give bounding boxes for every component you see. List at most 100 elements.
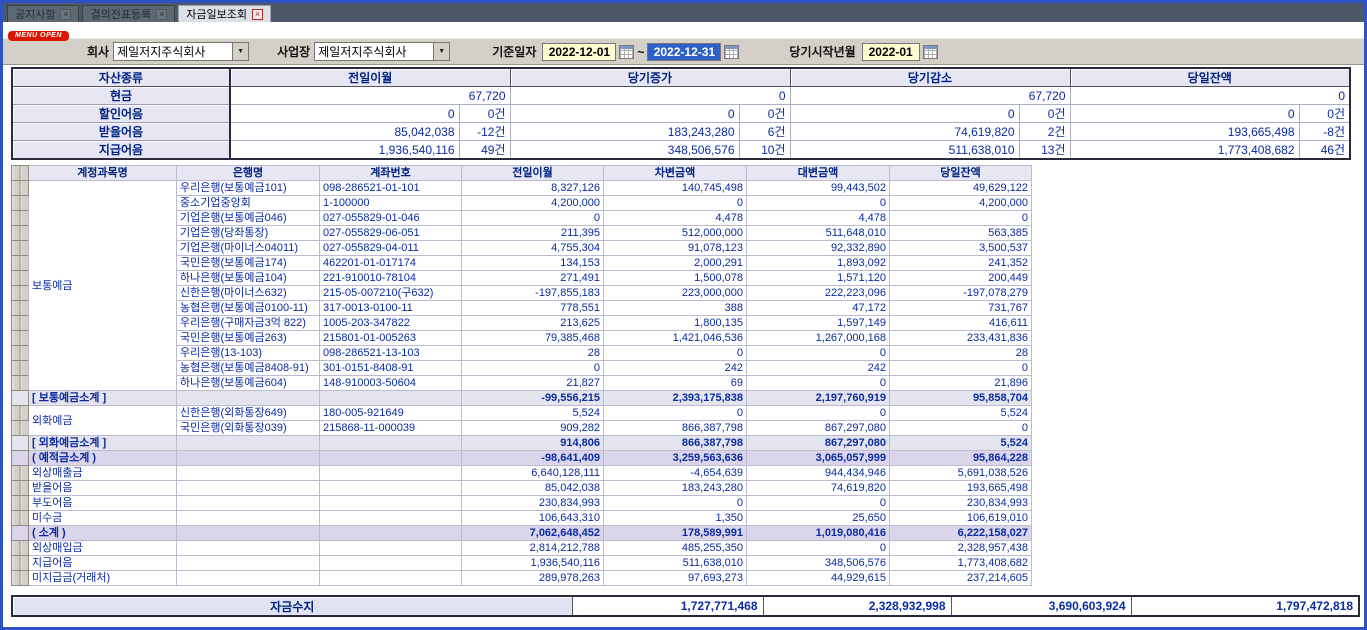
bank-name: 국민은행(보통예금263) [177, 331, 320, 346]
row-selector[interactable] [12, 226, 29, 241]
tab-1[interactable]: 공지사항 × [7, 5, 79, 22]
amount-cell: 3,065,057,999 [747, 451, 890, 466]
amount-cell: -99,556,215 [462, 391, 604, 406]
base-date-label: 기준일자 [492, 43, 536, 60]
row-selector[interactable] [12, 541, 29, 556]
row-selector[interactable] [12, 361, 29, 376]
amount-cell: 1,800,135 [604, 316, 747, 331]
menu-open-button[interactable]: MENU OPEN [8, 31, 69, 41]
row-selector[interactable] [12, 316, 29, 331]
row-selector[interactable] [12, 376, 29, 391]
menu-strip: MENU OPEN [3, 22, 1364, 38]
bank-name [177, 526, 320, 541]
company-select[interactable]: 제일저지주식회사 ▼ [113, 42, 249, 61]
period-start-input[interactable] [862, 43, 920, 61]
account-number: 215801-01-005263 [320, 331, 462, 346]
row-selector[interactable] [12, 256, 29, 271]
row-name: 외상매출금 [29, 466, 177, 481]
chevron-down-icon[interactable]: ▼ [433, 43, 449, 60]
amount-cell: 79,385,468 [462, 331, 604, 346]
amount-cell: 1,350 [604, 511, 747, 526]
bank-name: 기업은행(보통예금046) [177, 211, 320, 226]
bank-name: 우리은행(보통예금101) [177, 181, 320, 196]
calendar-icon[interactable] [923, 45, 938, 59]
footer-total-value: 1,797,472,818 [1131, 596, 1359, 616]
row-selector[interactable] [12, 571, 29, 586]
summary-amount: 0 [510, 87, 790, 105]
amount-cell: 2,000,291 [604, 256, 747, 271]
base-date-from-input[interactable] [542, 43, 616, 61]
row-selector[interactable] [12, 331, 29, 346]
row-selector[interactable] [12, 406, 29, 421]
row-selector[interactable] [12, 211, 29, 226]
amount-cell: 0 [747, 196, 890, 211]
row-selector[interactable] [12, 466, 29, 481]
row-selector[interactable] [12, 346, 29, 361]
tab-close-icon[interactable]: × [156, 9, 167, 20]
summary-header-cell: 당기감소 [790, 68, 1070, 87]
row-selector[interactable] [12, 481, 29, 496]
summary-count: 0건 [1299, 105, 1350, 123]
calendar-icon[interactable] [619, 45, 634, 59]
row-selector[interactable] [12, 556, 29, 571]
amount-cell: 0 [747, 346, 890, 361]
summary-amount: 193,665,498 [1070, 123, 1299, 141]
row-selector[interactable] [12, 181, 29, 196]
row-selector[interactable] [12, 421, 29, 436]
row-selector[interactable] [12, 511, 29, 526]
summary-count: 10건 [739, 141, 790, 160]
base-date-to-input[interactable] [647, 43, 721, 61]
row-selector[interactable] [12, 166, 29, 181]
amount-cell: -4,654,639 [604, 466, 747, 481]
tab-label: 공지사항 [15, 6, 55, 22]
amount-cell: 230,834,993 [890, 496, 1032, 511]
tab-3[interactable]: 자금일보조회× [178, 5, 271, 22]
amount-cell: 233,431,836 [890, 331, 1032, 346]
summary-count: 2건 [1019, 123, 1070, 141]
period-start-label: 당기시작년월 [789, 43, 855, 60]
row-selector[interactable] [12, 451, 29, 466]
bank-name: 농협은행(보통예금8408-91) [177, 361, 320, 376]
summary-amount: 0 [510, 105, 739, 123]
tab-2[interactable]: 결의전표등록× [82, 5, 175, 22]
amount-cell: 0 [747, 406, 890, 421]
amount-cell: 731,767 [890, 301, 1032, 316]
amount-cell: 6,640,128,111 [462, 466, 604, 481]
amount-cell: 5,524 [890, 436, 1032, 451]
detail-header-cell: 계좌번호 [320, 166, 462, 181]
summary-amount: 1,773,408,682 [1070, 141, 1299, 160]
row-selector[interactable] [12, 301, 29, 316]
amount-cell: 237,214,605 [890, 571, 1032, 586]
account-number [320, 556, 462, 571]
account-number: 1005-203-347822 [320, 316, 462, 331]
amount-cell: 866,387,798 [604, 436, 747, 451]
amount-cell: 944,434,946 [747, 466, 890, 481]
row-selector[interactable] [12, 271, 29, 286]
tab-close-icon[interactable]: × [60, 9, 71, 20]
row-selector[interactable] [12, 526, 29, 541]
account-number [320, 481, 462, 496]
row-selector[interactable] [12, 391, 29, 406]
chevron-down-icon[interactable]: ▼ [232, 43, 248, 60]
row-selector[interactable] [12, 436, 29, 451]
calendar-icon[interactable] [724, 45, 739, 59]
amount-cell: 183,243,280 [604, 481, 747, 496]
row-name: ( 예적금소계 ) [29, 451, 177, 466]
summary-amount: 1,936,540,116 [230, 141, 459, 160]
amount-cell: 0 [747, 496, 890, 511]
amount-cell: 211,395 [462, 226, 604, 241]
site-select[interactable]: 제일저지주식회사 ▼ [314, 42, 450, 61]
row-selector[interactable] [12, 286, 29, 301]
amount-cell: 2,328,957,438 [890, 541, 1032, 556]
row-selector[interactable] [12, 196, 29, 211]
amount-cell: 485,255,350 [604, 541, 747, 556]
summary-count: 0건 [459, 105, 510, 123]
amount-cell: 2,393,175,838 [604, 391, 747, 406]
row-selector[interactable] [12, 496, 29, 511]
tab-close-icon[interactable]: × [252, 9, 263, 20]
bank-name [177, 511, 320, 526]
account-group-name: 보통예금 [29, 181, 177, 391]
amount-cell: 5,691,038,526 [890, 466, 1032, 481]
row-selector[interactable] [12, 241, 29, 256]
amount-cell: 92,332,890 [747, 241, 890, 256]
